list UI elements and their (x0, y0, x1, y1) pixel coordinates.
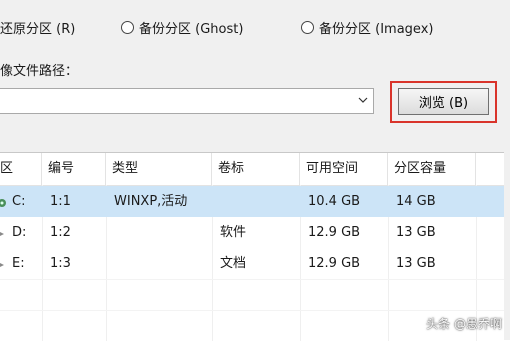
cell-label: 软件 (220, 225, 247, 240)
restore-partition-option[interactable]: 还原分区 (R) (0, 18, 75, 37)
image-path-combobox[interactable] (0, 88, 374, 114)
row-divider (0, 279, 510, 280)
cell-type (108, 217, 114, 248)
cell-free-space: 10.4 GB (308, 194, 361, 209)
column-header-drive[interactable]: 区 (0, 153, 42, 185)
column-header-number[interactable]: 编号 (42, 153, 106, 185)
cell-free-space: 12.9 GB (308, 225, 361, 240)
table-row[interactable]: D: 1:2 软件 12.9 GB 13 GB (0, 217, 510, 248)
cell-number: 1:1 (50, 194, 71, 209)
table-row[interactable]: C: 1:1 WINXP,活动 10.4 GB 14 GB (0, 186, 510, 217)
backup-ghost-option[interactable]: 备份分区 (Ghost) (121, 18, 243, 37)
cell-free-space: 12.9 GB (308, 256, 361, 271)
cell-capacity: 14 GB (396, 194, 436, 209)
chevron-down-icon[interactable] (356, 93, 370, 109)
browse-button[interactable]: 浏览 (B) (398, 88, 489, 115)
backup-ghost-label: 备份分区 (Ghost) (139, 22, 244, 37)
row-divider (0, 310, 510, 311)
cell-drive: E: (12, 256, 25, 271)
table-header: 区 编号 类型 卷标 可用空间 分区容量 (0, 153, 510, 186)
column-header-free-space[interactable]: 可用空间 (300, 153, 388, 185)
cell-type: WINXP,活动 (114, 194, 188, 209)
table-scrollbar[interactable] (504, 152, 510, 340)
radio-unchecked-icon[interactable] (121, 21, 134, 34)
cell-type (108, 248, 114, 279)
cell-label (214, 186, 220, 217)
column-header-type[interactable]: 类型 (106, 153, 212, 185)
cell-number: 1:3 (50, 256, 71, 271)
partition-table: 区 编号 类型 卷标 可用空间 分区容量 C: 1:1 WINXP,活动 10.… (0, 152, 510, 341)
cell-label: 文档 (220, 256, 247, 271)
restore-partition-label: 还原分区 (R) (0, 22, 76, 37)
radio-unchecked-icon[interactable] (301, 21, 314, 34)
column-header-label[interactable]: 卷标 (212, 153, 300, 185)
cell-capacity: 13 GB (396, 256, 436, 271)
column-header-capacity[interactable]: 分区容量 (388, 153, 476, 185)
cell-drive: D: (12, 225, 27, 240)
table-row[interactable]: E: 1:3 文档 12.9 GB 13 GB (0, 248, 510, 279)
backup-imagex-label: 备份分区 (Imagex) (319, 22, 434, 37)
cell-capacity: 13 GB (396, 225, 436, 240)
watermark: 头条 @愚乔啊 (426, 317, 502, 331)
backup-imagex-option[interactable]: 备份分区 (Imagex) (301, 18, 433, 37)
cell-number: 1:2 (50, 225, 71, 240)
image-path-label: 像文件路径： (0, 64, 79, 79)
cell-drive: C: (12, 194, 26, 209)
operation-options: 还原分区 (R) 备份分区 (Ghost) 备份分区 (Imagex) (0, 16, 510, 40)
